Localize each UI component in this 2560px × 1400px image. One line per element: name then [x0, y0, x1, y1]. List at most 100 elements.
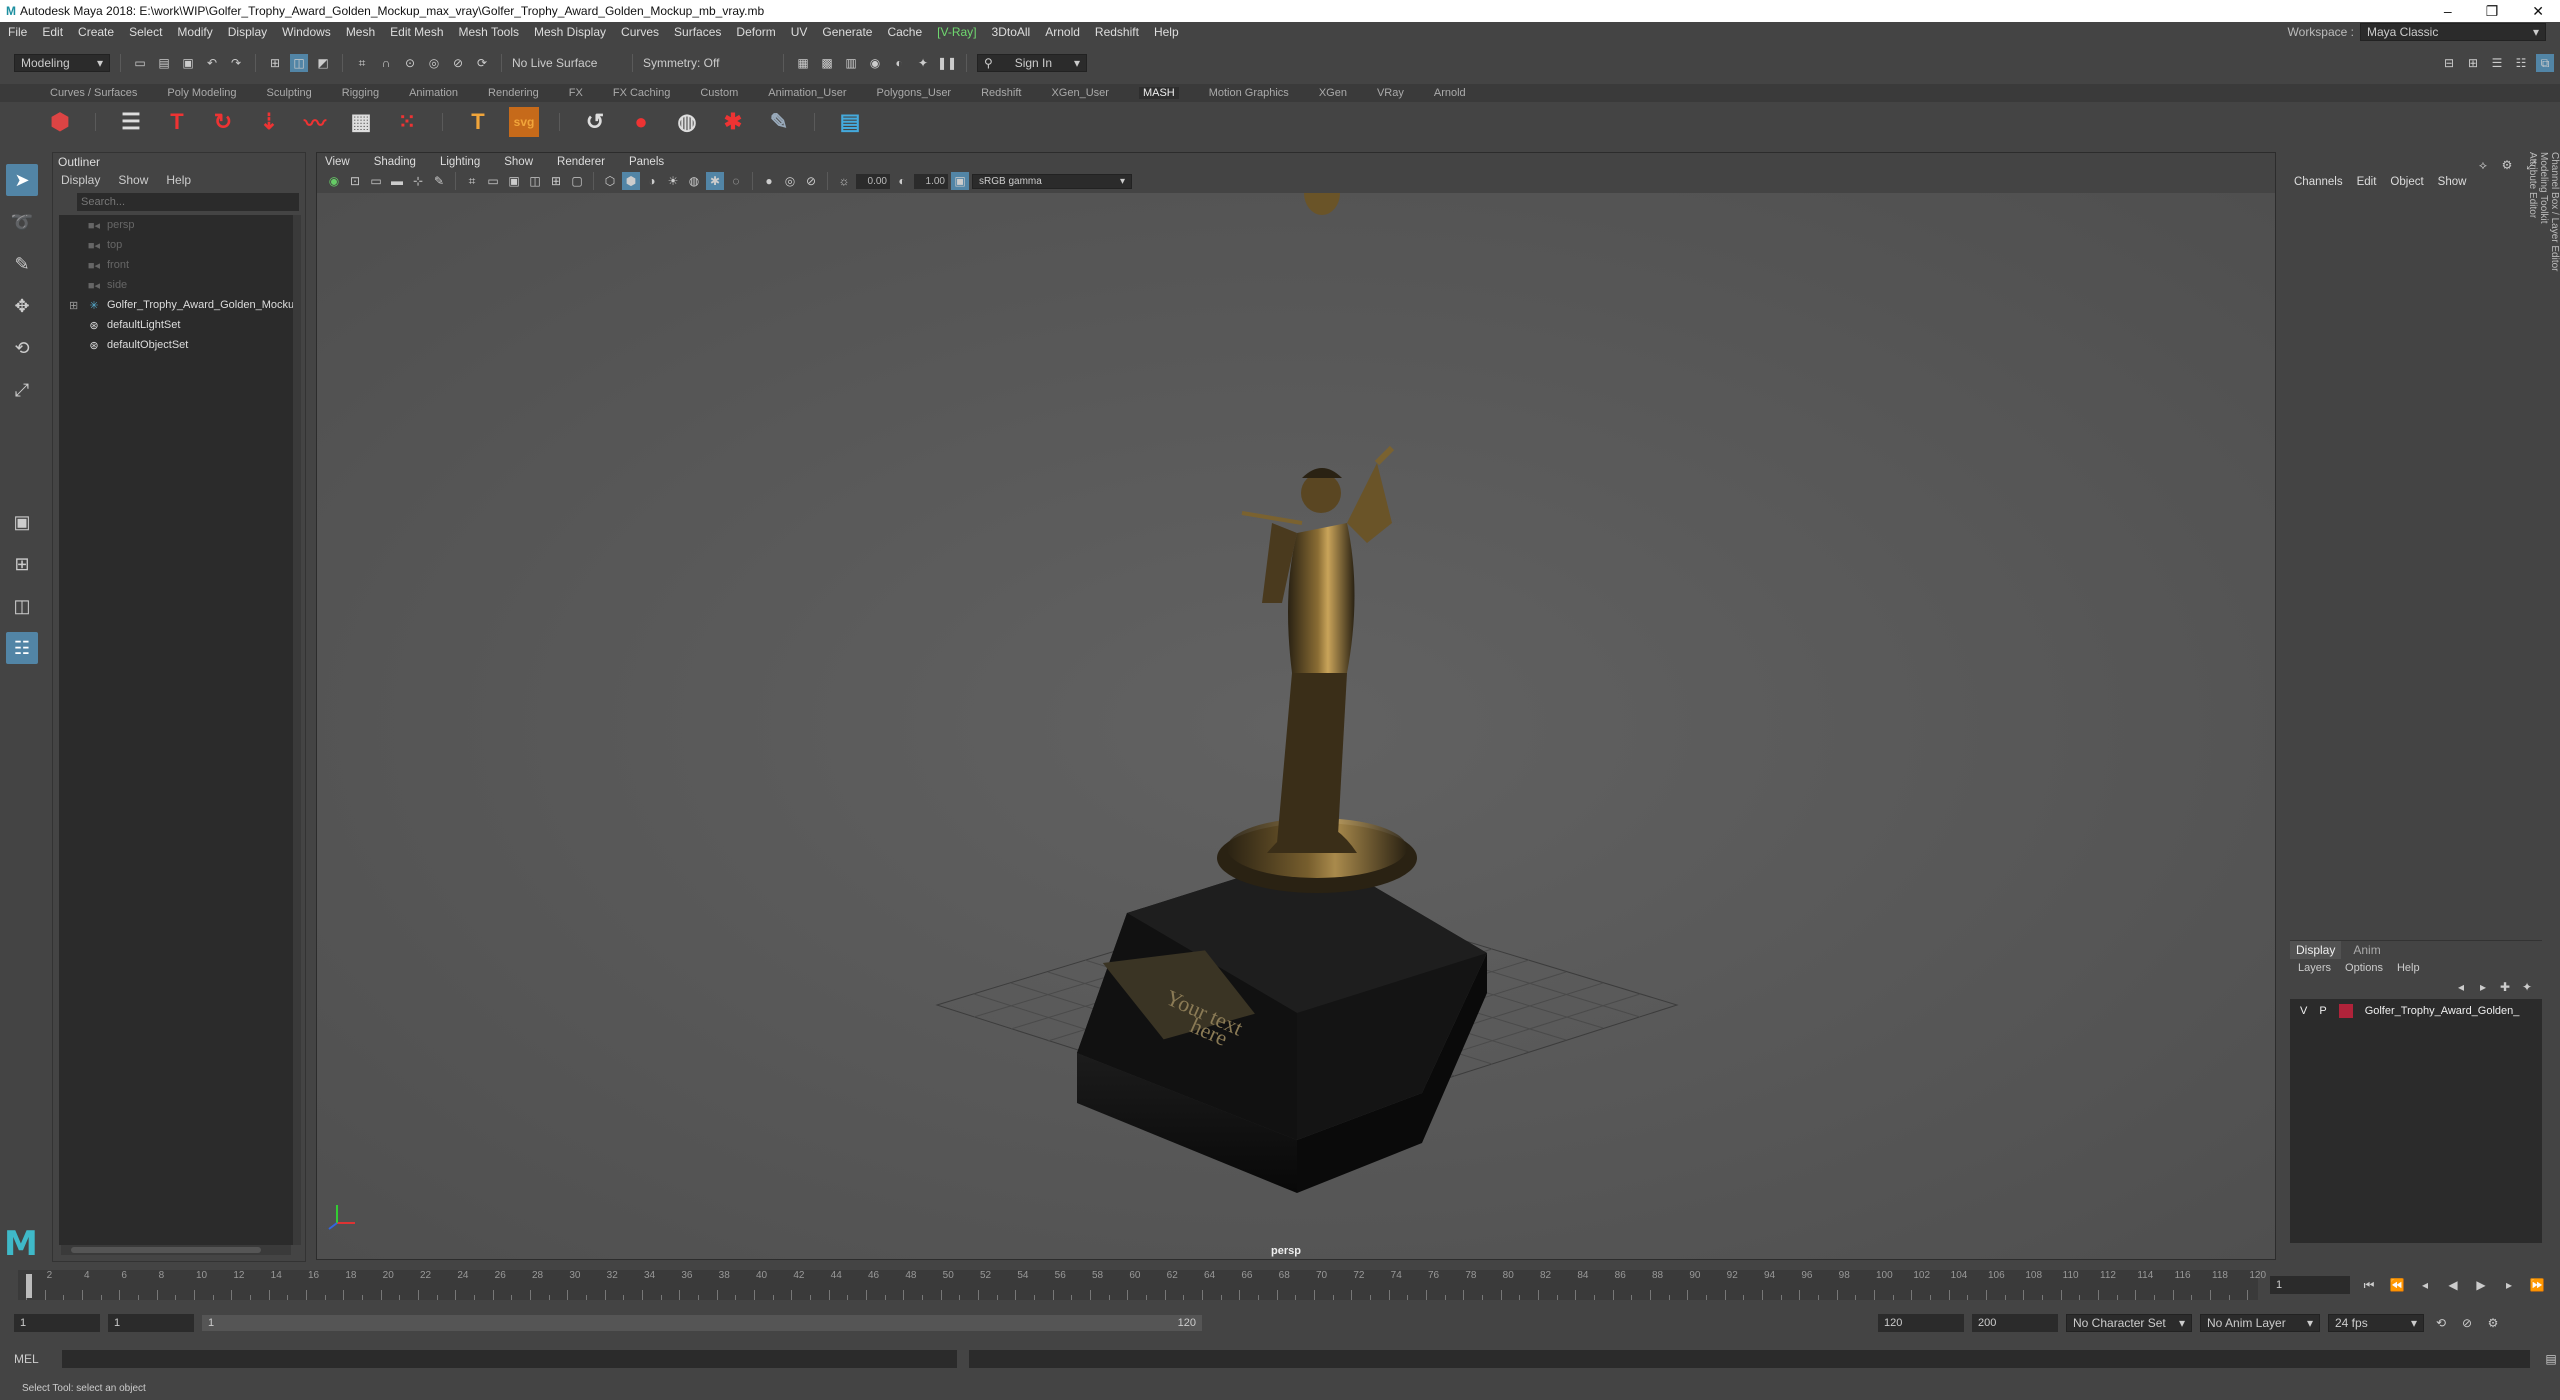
menu-file[interactable]: File	[8, 25, 27, 39]
end-time-field[interactable]: 200	[1972, 1314, 2058, 1332]
type-tool-icon[interactable]: T	[463, 107, 493, 137]
layer-menu-help[interactable]: Help	[2397, 962, 2420, 974]
outliner-menu-help[interactable]: Help	[166, 173, 191, 187]
command-input[interactable]	[61, 1350, 957, 1368]
xray-icon[interactable]: ◎	[781, 172, 799, 190]
scrollbar-thumb[interactable]	[71, 1247, 261, 1253]
menu-3dtoall[interactable]: 3DtoAll	[992, 25, 1031, 39]
anim-layer-dropdown[interactable]: No Anim Layer ▾	[2200, 1314, 2320, 1332]
shelf-tab-fx[interactable]: FX	[569, 87, 583, 99]
snap-live-icon[interactable]: ⟳	[473, 54, 491, 72]
snap-point-icon[interactable]: ⊙	[401, 54, 419, 72]
render-settings-icon[interactable]: ◉	[866, 54, 884, 72]
new-layer-from-selected-icon[interactable]: ✦	[2518, 978, 2536, 996]
outliner-item-default-object-set[interactable]: ⊛ defaultObjectSet	[59, 335, 295, 355]
sign-in-button[interactable]: ⚲ Sign In ▾	[977, 54, 1087, 72]
menu-mesh-tools[interactable]: Mesh Tools	[459, 25, 519, 39]
outliner-item-persp[interactable]: ■◂ persp	[59, 215, 295, 235]
redo-icon[interactable]: ↷	[227, 54, 245, 72]
render-frame-icon[interactable]: ▩	[818, 54, 836, 72]
shelf-tab-rendering[interactable]: Rendering	[488, 87, 539, 99]
step-back-frame-icon[interactable]: ◂	[2416, 1276, 2434, 1294]
shelf-tab-poly-modeling[interactable]: Poly Modeling	[167, 87, 236, 99]
select-hierarchy-icon[interactable]: ⊞	[266, 54, 284, 72]
pin-icon[interactable]: ⟡	[2474, 156, 2492, 174]
layer-menu-options[interactable]: Options	[2345, 962, 2383, 974]
settings-icon[interactable]: ⚙	[2498, 156, 2516, 174]
motion-blur-icon[interactable]: ◌	[727, 172, 745, 190]
undo-icon[interactable]: ↶	[203, 54, 221, 72]
tool-settings-icon[interactable]: ☰	[2488, 54, 2506, 72]
shelf-tab-sculpting[interactable]: Sculpting	[267, 87, 312, 99]
blast-icon[interactable]: ✱	[718, 107, 748, 137]
restore-icon[interactable]: ❐	[2486, 3, 2499, 20]
viewport-menu-shading[interactable]: Shading	[374, 156, 416, 168]
range-slider[interactable]: 1 120	[202, 1315, 1202, 1331]
outliner-layout-icon[interactable]: ☷	[6, 632, 38, 664]
shelf-tab-animation[interactable]: Animation	[409, 87, 458, 99]
svg-tool-icon[interactable]: svg	[509, 107, 539, 137]
viewport-menu-show[interactable]: Show	[504, 156, 533, 168]
outliner-item-front[interactable]: ■◂ front	[59, 255, 295, 275]
mash-text-icon[interactable]: T	[162, 107, 192, 137]
two-d-pan-icon[interactable]: ⊹	[409, 172, 427, 190]
layer-row[interactable]: V P Golfer_Trophy_Award_Golden_	[2290, 1001, 2542, 1021]
menu-create[interactable]: Create	[78, 25, 114, 39]
playback-start-field[interactable]: 1	[108, 1314, 194, 1332]
symmetry-field[interactable]: Symmetry: Off	[643, 56, 773, 70]
fps-dropdown[interactable]: 24 fps ▾	[2328, 1314, 2424, 1332]
use-lights-icon[interactable]: ☀	[664, 172, 682, 190]
smooth-shade-icon[interactable]: ⬢	[622, 172, 640, 190]
paint-select-icon[interactable]: ✎	[6, 248, 38, 280]
channel-menu-show[interactable]: Show	[2438, 176, 2467, 210]
shelf-tab-animation-user[interactable]: Animation_User	[768, 87, 846, 99]
view-transform-dropdown[interactable]: sRGB gamma ▾	[972, 173, 1132, 189]
safe-action-icon[interactable]: ▢	[568, 172, 586, 190]
shadows-icon[interactable]: ◍	[685, 172, 703, 190]
command-language-label[interactable]: MEL	[14, 1352, 50, 1366]
hypershade-icon[interactable]: ◐	[890, 54, 908, 72]
exposure-icon[interactable]: ☼	[835, 172, 853, 190]
outliner-menu-display[interactable]: Display	[61, 173, 100, 187]
pause-render-icon[interactable]: ❚❚	[937, 54, 957, 72]
viewport-menu-lighting[interactable]: Lighting	[440, 156, 480, 168]
lasso-tool-icon[interactable]: ➰	[6, 206, 38, 238]
animation-prefs-icon[interactable]: ⚙	[2484, 1314, 2502, 1332]
shelf-tab-polygons-user[interactable]: Polygons_User	[877, 87, 952, 99]
channel-box-icon[interactable]: ☷	[2512, 54, 2530, 72]
expand-icon[interactable]: ⊞	[69, 299, 78, 312]
live-surface-field[interactable]: No Live Surface	[512, 56, 622, 70]
image-plane-icon[interactable]: ▬	[388, 172, 406, 190]
snap-grid-icon[interactable]: ⌗	[353, 54, 371, 72]
loop-playback-icon[interactable]: ⟲	[2432, 1314, 2450, 1332]
gamma-icon[interactable]: ◐	[893, 172, 911, 190]
menu-redshift[interactable]: Redshift	[1095, 25, 1139, 39]
outliner-item-top[interactable]: ■◂ top	[59, 235, 295, 255]
xray-joints-icon[interactable]: ⊘	[802, 172, 820, 190]
save-scene-icon[interactable]: ▣	[179, 54, 197, 72]
shelf-tab-curves-surfaces[interactable]: Curves / Surfaces	[50, 87, 137, 99]
side-tab-modeling-toolkit[interactable]: Modeling Toolkit	[2538, 152, 2549, 528]
menu-vray[interactable]: [V-Ray]	[937, 25, 976, 39]
play-backwards-icon[interactable]: ◀	[2444, 1276, 2462, 1294]
workspace-dropdown[interactable]: Maya Classic ▾	[2360, 23, 2546, 41]
new-layer-icon[interactable]: ✚	[2496, 978, 2514, 996]
outliner-menu-show[interactable]: Show	[118, 173, 148, 187]
mash-curve-icon[interactable]: ↻	[208, 107, 238, 137]
time-slider[interactable]: 2 4 6 8 10 12 14 16 18 20 22 24 26 28 30 32 34 36 38 40 42 44…	[18, 1270, 2266, 1300]
menu-edit-mesh[interactable]: Edit Mesh	[390, 25, 443, 39]
select-camera-icon[interactable]: ◉	[325, 172, 343, 190]
isolate-select-icon[interactable]: ●	[760, 172, 778, 190]
outliner-horizontal-scrollbar[interactable]	[61, 1245, 291, 1255]
snap-view-icon[interactable]: ◎	[425, 54, 443, 72]
menu-select[interactable]: Select	[129, 25, 162, 39]
select-object-icon[interactable]: ◫	[290, 54, 308, 72]
current-frame-field[interactable]: 1	[2270, 1276, 2350, 1294]
sphere-icon[interactable]: ◍	[672, 107, 702, 137]
layer-visibility-toggle[interactable]: V	[2300, 1005, 2307, 1017]
menu-windows[interactable]: Windows	[282, 25, 331, 39]
four-view-icon[interactable]: ⊞	[6, 548, 38, 580]
viewport-menu-panels[interactable]: Panels	[629, 156, 664, 168]
menu-display[interactable]: Display	[228, 25, 267, 39]
mash-drop-icon[interactable]: ⇣	[254, 107, 284, 137]
